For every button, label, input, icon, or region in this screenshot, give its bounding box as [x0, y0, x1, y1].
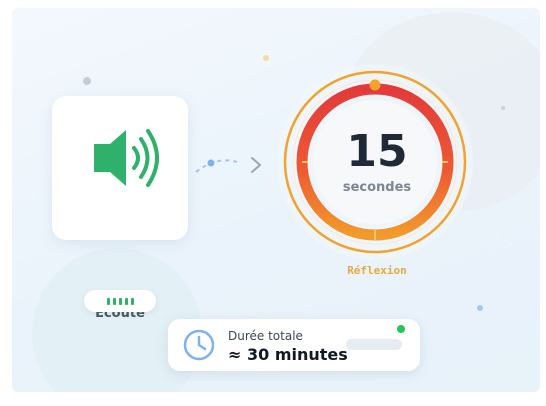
timer-handle — [369, 79, 381, 91]
flow-arrow-line — [195, 159, 238, 173]
total-duration-caption: Durée totale — [228, 329, 303, 343]
timer-unit: secondes — [342, 180, 412, 195]
total-duration-card: Durée totale ≈ 30 minutes — [168, 319, 420, 371]
timer-value: 15 — [346, 126, 408, 177]
status-indicator — [397, 325, 405, 333]
placeholder-bar — [346, 339, 402, 350]
clock-icon — [183, 329, 215, 361]
flow-arrow-dot — [207, 159, 215, 167]
arrow-right-icon — [251, 157, 261, 173]
phase-label: Réflexion — [347, 264, 407, 277]
illustration-panel: Écoute 15 secondes Réflexion Durée total… — [12, 8, 540, 392]
total-duration-value: ≈ 30 minutes — [228, 345, 348, 364]
